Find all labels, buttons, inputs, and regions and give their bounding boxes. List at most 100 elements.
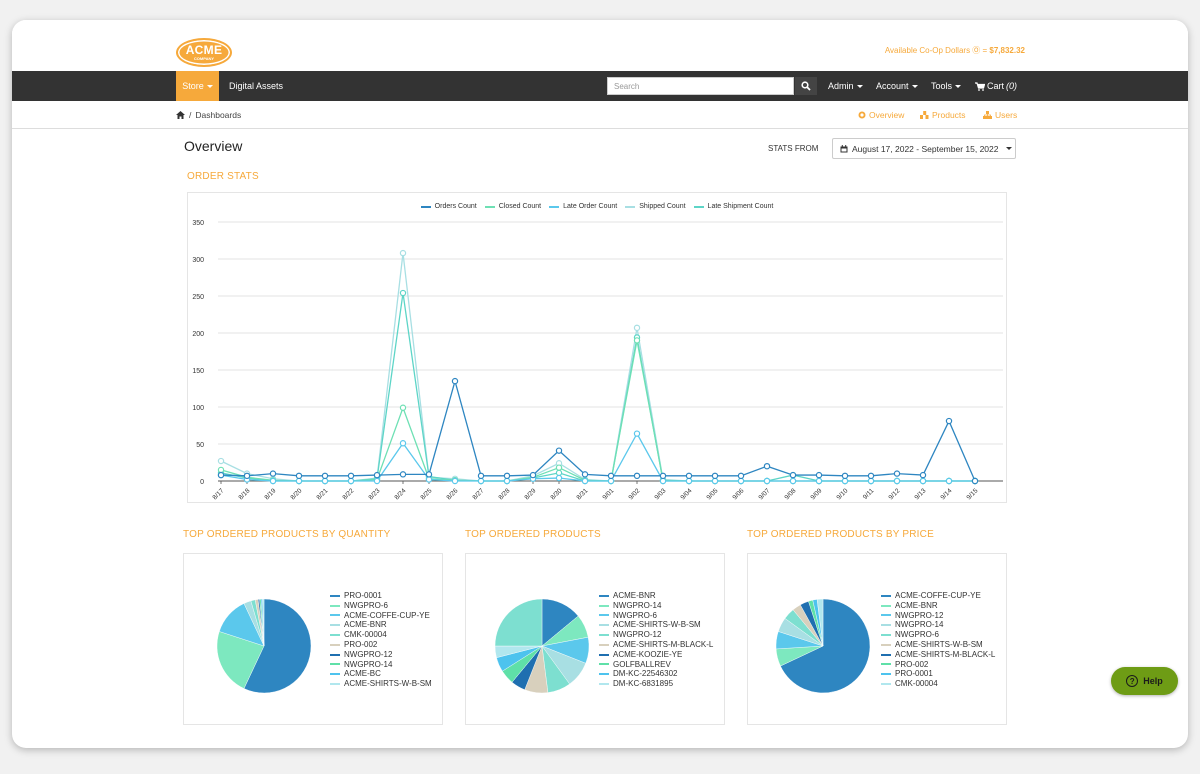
- subnav-overview-label: Overview: [869, 110, 905, 120]
- legend-item[interactable]: PRO-0001: [881, 669, 995, 679]
- legend-item[interactable]: DM-KC-6831895: [599, 679, 713, 689]
- search-button[interactable]: [795, 77, 817, 95]
- data-point: [269, 477, 277, 485]
- nav-store-menu[interactable]: Store: [176, 71, 219, 101]
- nav-cart[interactable]: Cart (0): [975, 71, 1017, 101]
- series-line-shipped-count: [220, 253, 975, 482]
- data-point: [711, 472, 719, 480]
- nav-digital-assets[interactable]: Digital Assets: [229, 71, 283, 101]
- help-button[interactable]: ? Help: [1111, 667, 1178, 695]
- legend-item[interactable]: GOLFBALLREV: [599, 660, 713, 670]
- legend-item[interactable]: ACME-SHIRTS-W-B-SM: [330, 679, 432, 689]
- data-point: [633, 430, 641, 437]
- caret-down-icon: [911, 84, 918, 88]
- page-title: Overview: [184, 138, 243, 154]
- top-ordered-pie-panel: ACME-BNR NWGPRO-14 NWGPRO-6 ACME-SHIRTS-W-B…: [465, 553, 725, 725]
- legend-item[interactable]: NWGPRO-12: [599, 630, 713, 640]
- x-tick-label: 9/15: [966, 487, 980, 501]
- legend-item[interactable]: NWGPRO-12: [330, 650, 432, 660]
- main-navbar: Store Digital Assets Admin Account Tools…: [12, 71, 1188, 101]
- x-tick-label: 8/17: [212, 487, 226, 501]
- home-icon[interactable]: [176, 111, 185, 119]
- nav-account-menu[interactable]: Account: [876, 71, 918, 101]
- by-quantity-pie-panel: PRO-0001 NWGPRO-6 ACME-COFFE-CUP-YE ACME-BN…: [183, 553, 443, 725]
- subnav-products[interactable]: Products: [920, 110, 966, 120]
- legend-item[interactable]: ACME-BNR: [599, 591, 713, 601]
- legend-item[interactable]: NWGPRO-6: [599, 611, 713, 621]
- data-point: [841, 472, 849, 480]
- subnav-users-label: Users: [995, 110, 1018, 120]
- legend-swatch: [330, 643, 340, 646]
- legend-item[interactable]: NWGPRO-6: [881, 630, 995, 640]
- legend-item[interactable]: DM-KC-22546302: [599, 669, 713, 679]
- legend-label: ACME-BNR: [344, 620, 387, 630]
- legend-item[interactable]: PRO-002: [881, 660, 995, 670]
- data-point: [633, 337, 641, 344]
- legend-item[interactable]: ACME-SHIRTS-W-B-SM: [881, 640, 995, 650]
- caret-down-icon: [206, 84, 213, 88]
- legend-label: ACME-COFFE-CUP-YE: [895, 591, 981, 600]
- legend-item[interactable]: NWGPRO-14: [330, 660, 432, 670]
- nav-admin-menu[interactable]: Admin: [828, 71, 863, 101]
- legend-item[interactable]: NWGPRO-6: [330, 601, 432, 611]
- line-chart-svg: 0 50 100 150 200 250 300 350 8/17 8/18 8/19 8/20 8/2…: [192, 220, 1003, 501]
- search-icon: [801, 81, 811, 91]
- pie-slice[interactable]: [494, 598, 543, 647]
- x-tick-label: 9/12: [888, 487, 902, 501]
- legend-swatch: [599, 663, 609, 666]
- legend-item[interactable]: ACME-BNR: [881, 601, 995, 611]
- legend-label: NWGPRO-6: [613, 610, 657, 620]
- legend-label: NWGPRO-12: [344, 649, 393, 659]
- acme-logo[interactable]: ACME COMPANY: [176, 38, 232, 67]
- legend-item[interactable]: ACME-SHIRTS-W-B-SM: [599, 620, 713, 630]
- data-point: [451, 377, 459, 385]
- data-point: [815, 477, 823, 485]
- legend-item[interactable]: PRO-002: [330, 640, 432, 650]
- search-input[interactable]: [607, 77, 794, 95]
- legend-label: ACME-SHIRTS-W-B-SM: [895, 639, 983, 649]
- legend-item[interactable]: ACME-SHIRTS-M-BLACK-L: [599, 640, 713, 650]
- legend-item[interactable]: NWGPRO-14: [881, 620, 995, 630]
- x-tick-label: 9/13: [914, 487, 928, 501]
- nav-store-label: Store: [182, 81, 204, 91]
- legend-swatch: [599, 653, 609, 656]
- subnav-overview[interactable]: Overview: [858, 110, 904, 120]
- legend-item[interactable]: ACME-SHIRTS-M-BLACK-L: [881, 650, 995, 660]
- legend-swatch: [330, 634, 340, 637]
- data-point: [451, 477, 459, 485]
- coop-dollars: Available Co-Op Dollars Ⓞ = $7,832.32: [885, 45, 1025, 56]
- data-point: [399, 440, 407, 447]
- legend-swatch: [330, 653, 340, 656]
- legend-label: NWGPRO-14: [895, 620, 944, 630]
- x-tick-label: 8/23: [368, 487, 382, 501]
- legend-item[interactable]: ACME-COFFE-CUP-YE: [330, 611, 432, 621]
- legend-swatch: [330, 614, 340, 617]
- legend-swatch: [330, 624, 340, 627]
- legend-item[interactable]: CMK-00004: [330, 630, 432, 640]
- legend-label: DM-KC-6831895: [613, 679, 674, 689]
- logo-text: ACME: [185, 42, 223, 57]
- data-point: [321, 472, 329, 480]
- data-point: [893, 477, 901, 485]
- legend-item[interactable]: NWGPRO-14: [599, 601, 713, 611]
- legend-item[interactable]: ACME-COFFE-CUP-YE: [881, 591, 995, 601]
- x-tick-label: 8/28: [498, 487, 512, 501]
- subnav-users[interactable]: Users: [983, 110, 1017, 120]
- legend-swatch: [330, 673, 340, 676]
- legend-item[interactable]: ACME-BNR: [330, 620, 432, 630]
- legend-swatch: [599, 634, 609, 637]
- y-tick-label: 250: [192, 294, 204, 301]
- legend-item[interactable]: CMK-00004: [881, 679, 995, 689]
- legend-item[interactable]: PRO-0001: [330, 591, 432, 601]
- legend-label: NWGPRO-12: [613, 630, 662, 640]
- nav-tools-menu[interactable]: Tools: [931, 71, 962, 101]
- legend-item[interactable]: ACME-KOOZIE-YE: [599, 650, 713, 660]
- date-range-picker[interactable]: August 17, 2022 - September 15, 2022: [832, 138, 1016, 159]
- x-tick-label: 9/02: [628, 487, 642, 501]
- legend-label: ACME-BNR: [613, 591, 656, 600]
- data-point: [659, 477, 667, 485]
- data-point: [399, 404, 407, 411]
- legend-label: ACME-BC: [344, 669, 381, 679]
- legend-item[interactable]: NWGPRO-12: [881, 611, 995, 621]
- legend-item[interactable]: ACME-BC: [330, 669, 432, 679]
